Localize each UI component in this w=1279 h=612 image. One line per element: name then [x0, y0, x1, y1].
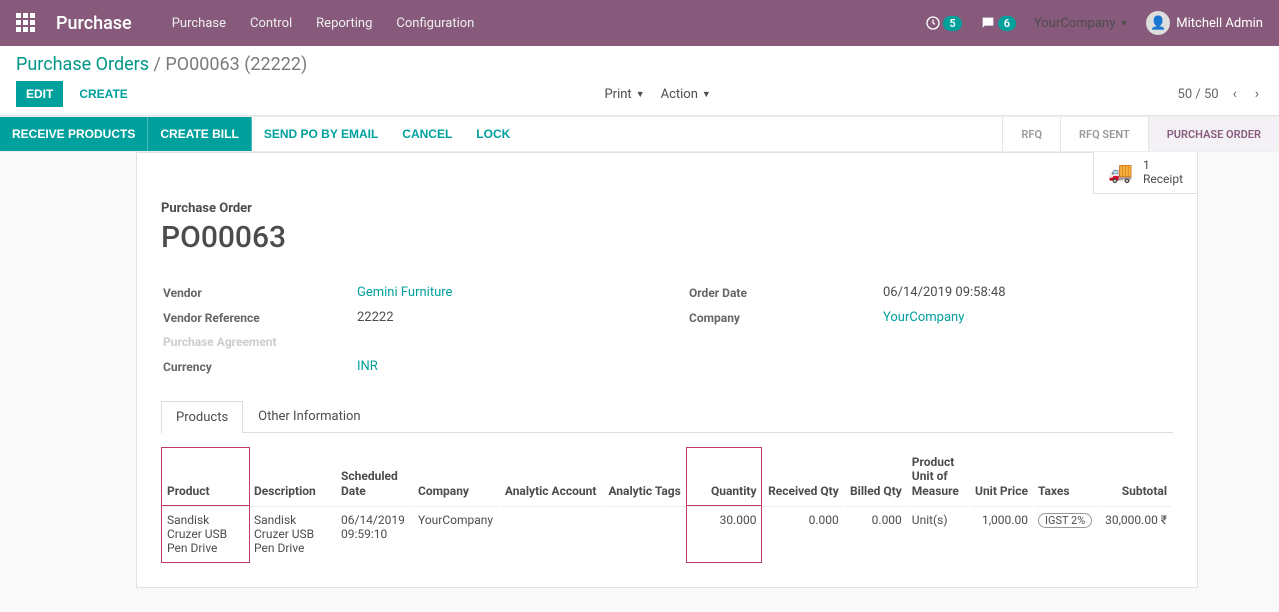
pager-prev[interactable]: ‹ — [1229, 84, 1241, 104]
company-link[interactable]: YourCompany — [883, 310, 964, 325]
company-label: Company — [689, 306, 881, 329]
avatar-icon: 👤 — [1146, 11, 1170, 35]
create-button[interactable]: CREATE — [69, 81, 137, 107]
th-company: Company — [414, 449, 499, 504]
th-subtotal: Subtotal — [1100, 449, 1171, 504]
app-brand: Purchase — [56, 13, 132, 34]
messages-badge: 6 — [998, 16, 1016, 31]
cell-analytic-acc — [501, 506, 603, 561]
activity-badge: 5 — [943, 16, 961, 31]
th-quantity: Quantity — [688, 449, 760, 504]
cell-unit-price: 1,000.00 — [970, 506, 1032, 561]
edit-button[interactable]: EDIT — [16, 81, 63, 107]
vendor-label: Vendor — [163, 281, 355, 304]
breadcrumb-parent[interactable]: Purchase Orders — [16, 54, 149, 75]
status-rfq-sent[interactable]: RFQ SENT — [1060, 117, 1148, 151]
status-bar: RFQ RFQ SENT PURCHASE ORDER — [1002, 117, 1279, 151]
vendor-ref-label: Vendor Reference — [163, 306, 355, 329]
currency-label: Currency — [163, 355, 355, 378]
th-analytic-acc: Analytic Account — [501, 449, 603, 504]
receipt-label: Receipt — [1143, 172, 1183, 186]
th-description: Description — [250, 449, 335, 504]
order-date-value: 06/14/2019 09:58:48 — [883, 281, 1171, 304]
pager-value: 50 / 50 — [1178, 87, 1219, 102]
order-date-label: Order Date — [689, 281, 881, 304]
receipt-count: 1 — [1143, 158, 1183, 172]
th-taxes: Taxes — [1034, 449, 1098, 504]
breadcrumb: Purchase Orders / PO00063 (22222) — [16, 54, 307, 75]
th-received: Received Qty — [762, 449, 842, 504]
cell-company: YourCompany — [414, 506, 499, 561]
action-dropdown[interactable]: Action▼ — [661, 87, 711, 102]
messages-icon[interactable]: 6 — [980, 15, 1016, 31]
th-unit-price: Unit Price — [970, 449, 1032, 504]
menu-purchase[interactable]: Purchase — [172, 16, 226, 31]
cancel-button[interactable]: CANCEL — [390, 117, 464, 151]
cell-billed: 0.000 — [845, 506, 906, 561]
create-bill-button[interactable]: CREATE BILL — [148, 117, 251, 151]
tab-other-info[interactable]: Other Information — [243, 400, 375, 432]
cell-analytic-tags — [604, 506, 686, 561]
pager-next[interactable]: › — [1251, 84, 1263, 104]
apps-icon[interactable] — [16, 13, 36, 33]
cell-received: 0.000 — [762, 506, 842, 561]
th-analytic-tags: Analytic Tags — [604, 449, 686, 504]
menu-reporting[interactable]: Reporting — [316, 16, 372, 31]
cell-taxes: IGST 2% — [1034, 506, 1098, 561]
main-menu: Purchase Control Reporting Configuration — [172, 16, 475, 31]
cell-scheduled: 06/14/2019 09:59:10 — [337, 506, 412, 561]
cell-uom: Unit(s) — [908, 506, 968, 561]
record-type-label: Purchase Order — [161, 201, 1173, 216]
send-po-button[interactable]: SEND PO BY EMAIL — [252, 117, 390, 151]
activity-icon[interactable]: 5 — [925, 15, 961, 31]
tab-products[interactable]: Products — [161, 401, 243, 433]
th-billed: Billed Qty — [845, 449, 906, 504]
company-switcher[interactable]: YourCompany▼ — [1034, 16, 1128, 31]
cell-description: Sandisk Cruzer USB Pen Drive — [250, 506, 335, 561]
agreement-label: Purchase Agreement — [163, 331, 355, 353]
truck-icon: 🚚 — [1108, 160, 1133, 184]
status-rfq[interactable]: RFQ — [1002, 117, 1060, 151]
lock-button[interactable]: LOCK — [464, 117, 522, 151]
print-dropdown[interactable]: Print▼ — [604, 87, 644, 102]
order-lines-table: Product Description Scheduled Date Compa… — [161, 447, 1173, 563]
user-menu[interactable]: 👤 Mitchell Admin — [1146, 11, 1263, 35]
vendor-ref-value: 22222 — [357, 306, 645, 329]
top-navbar: Purchase Purchase Control Reporting Conf… — [0, 0, 1279, 46]
receipt-button[interactable]: 🚚 1 Receipt — [1093, 152, 1198, 194]
currency-link[interactable]: INR — [357, 359, 378, 374]
th-product: Product — [163, 449, 248, 504]
cell-subtotal: 30,000.00 ₹ — [1100, 506, 1171, 561]
th-uom: Product Unit of Measure — [908, 449, 968, 504]
vendor-link[interactable]: Gemini Furniture — [357, 285, 452, 300]
cell-product: Sandisk Cruzer USB Pen Drive — [163, 506, 248, 561]
menu-control[interactable]: Control — [250, 16, 292, 31]
table-row[interactable]: Sandisk Cruzer USB Pen Drive Sandisk Cru… — [163, 506, 1171, 561]
form-sheet: 🚚 1 Receipt Purchase Order PO00063 Vendo… — [136, 152, 1198, 588]
th-scheduled: Scheduled Date — [337, 449, 412, 504]
record-name: PO00063 — [161, 220, 1173, 255]
menu-configuration[interactable]: Configuration — [396, 16, 474, 31]
cell-quantity: 30.000 — [688, 506, 760, 561]
breadcrumb-current: PO00063 (22222) — [165, 54, 307, 75]
receive-products-button[interactable]: RECEIVE PRODUCTS — [0, 117, 148, 151]
status-po[interactable]: PURCHASE ORDER — [1148, 117, 1279, 151]
